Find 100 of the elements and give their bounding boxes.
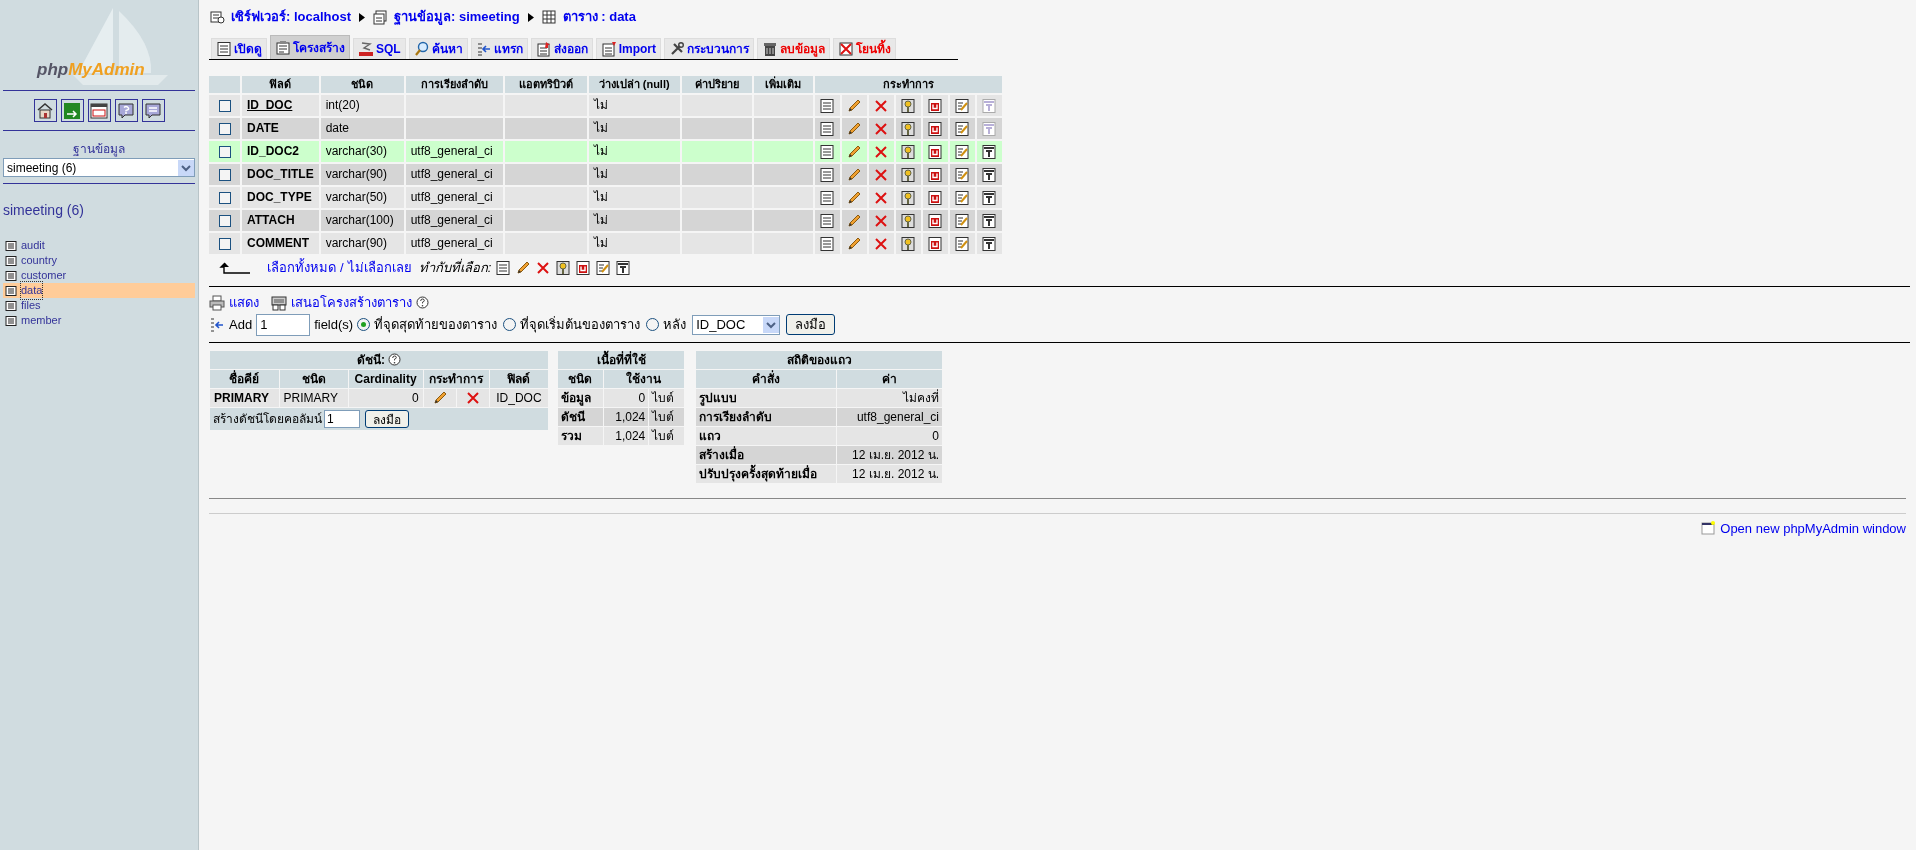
table-link[interactable]: country xyxy=(21,252,58,269)
unique-icon[interactable] xyxy=(927,97,944,114)
key-icon[interactable] xyxy=(900,97,917,114)
sql-window-button[interactable] xyxy=(87,99,111,122)
breadcrumb-link[interactable]: ตาราง : data xyxy=(562,7,636,27)
checkbox[interactable] xyxy=(218,122,231,135)
list-pen-icon[interactable] xyxy=(954,143,971,160)
radio-button[interactable] xyxy=(357,318,371,331)
go-button[interactable]: ลงมือ xyxy=(786,314,836,335)
list-pen-icon[interactable] xyxy=(954,212,971,229)
table-icon[interactable] xyxy=(5,284,17,297)
delete-icon[interactable] xyxy=(873,143,890,160)
table-icon[interactable] xyxy=(5,269,17,282)
key-icon[interactable] xyxy=(900,235,917,252)
unique-icon[interactable] xyxy=(927,212,944,229)
table-icon[interactable] xyxy=(5,254,17,267)
pencil-icon[interactable] xyxy=(515,259,532,276)
after-field-select[interactable]: ID_DOC xyxy=(692,314,781,335)
list-icon[interactable] xyxy=(819,212,836,229)
unique-icon[interactable] xyxy=(927,143,944,160)
radio-button[interactable] xyxy=(503,318,517,331)
check-all-link[interactable]: เลือกทั้งหมด xyxy=(267,257,336,278)
checkbox[interactable] xyxy=(218,214,231,227)
list-pen-icon[interactable] xyxy=(954,166,971,183)
tab[interactable]: ลบข้อมูล xyxy=(757,38,830,59)
pencil-icon[interactable] xyxy=(846,143,863,160)
delete-icon[interactable] xyxy=(535,259,552,276)
checkbox[interactable] xyxy=(218,191,231,204)
table-link[interactable]: files xyxy=(21,297,41,314)
table-link[interactable]: customer xyxy=(21,267,67,284)
uncheck-all-link[interactable]: ไม่เลือกเลย xyxy=(347,257,412,278)
delete-icon[interactable] xyxy=(873,120,890,137)
pencil-icon[interactable] xyxy=(846,212,863,229)
fulltext-icon[interactable] xyxy=(615,259,632,276)
propose-structure-link[interactable]: เสนอโครงสร้างตาราง xyxy=(291,292,412,313)
column-count-input[interactable]: 1 xyxy=(324,409,360,428)
pencil-icon[interactable] xyxy=(846,120,863,137)
exit-button[interactable] xyxy=(60,99,84,122)
database-title[interactable]: simeeting (6) xyxy=(3,200,195,221)
home-button[interactable] xyxy=(33,99,57,122)
fulltext-icon[interactable] xyxy=(981,143,998,160)
list-pen-icon[interactable] xyxy=(954,235,971,252)
speech-bubble-button[interactable] xyxy=(141,99,165,122)
unique-icon[interactable] xyxy=(927,189,944,206)
pencil-icon[interactable] xyxy=(846,235,863,252)
tab[interactable]: Import xyxy=(595,38,661,59)
list-icon[interactable] xyxy=(819,120,836,137)
checkbox[interactable] xyxy=(218,168,231,181)
delete-icon[interactable] xyxy=(873,97,890,114)
fulltext-icon[interactable] xyxy=(981,235,998,252)
logo[interactable]: phpMyAdmin xyxy=(37,57,145,83)
list-pen-icon[interactable] xyxy=(595,259,612,276)
table-icon[interactable] xyxy=(5,314,17,327)
breadcrumb-link[interactable]: ฐานข้อมูล: simeeting xyxy=(394,7,520,27)
tab[interactable]: เปิดดู xyxy=(211,38,267,59)
new-window-link[interactable]: Open new phpMyAdmin window xyxy=(1720,518,1906,538)
key-icon[interactable] xyxy=(900,120,917,137)
list-icon[interactable] xyxy=(819,97,836,114)
delete-icon[interactable] xyxy=(873,212,890,229)
tab[interactable]: กระบวนการ xyxy=(664,38,754,59)
breadcrumb-link[interactable]: เซิร์ฟเวอร์: localhost xyxy=(231,7,351,27)
list-icon[interactable] xyxy=(819,143,836,160)
key-icon[interactable] xyxy=(900,212,917,229)
help-button[interactable] xyxy=(114,99,138,122)
list-icon[interactable] xyxy=(495,259,512,276)
field-count-input[interactable]: 1 xyxy=(256,313,311,336)
tab[interactable]: โครงสร้าง xyxy=(270,35,350,59)
table-link[interactable]: data xyxy=(21,282,43,299)
checkbox[interactable] xyxy=(218,237,231,250)
delete-icon[interactable] xyxy=(873,189,890,206)
delete-icon[interactable] xyxy=(873,235,890,252)
checkbox[interactable] xyxy=(218,99,231,112)
fulltext-icon[interactable] xyxy=(981,212,998,229)
list-pen-icon[interactable] xyxy=(954,120,971,137)
unique-icon[interactable] xyxy=(927,166,944,183)
pencil-icon[interactable] xyxy=(846,166,863,183)
key-icon[interactable] xyxy=(555,259,572,276)
help-icon[interactable] xyxy=(388,353,401,366)
tab[interactable]: SQL xyxy=(353,38,406,59)
pencil-icon[interactable] xyxy=(846,97,863,114)
tab[interactable]: ส่งออก xyxy=(530,38,593,59)
radio-button[interactable] xyxy=(646,318,660,331)
fulltext-icon[interactable] xyxy=(981,189,998,206)
list-icon[interactable] xyxy=(819,189,836,206)
list-icon[interactable] xyxy=(819,166,836,183)
tab[interactable]: โยนทิ้ง xyxy=(833,38,896,59)
list-pen-icon[interactable] xyxy=(954,97,971,114)
unique-icon[interactable] xyxy=(575,259,592,276)
pencil-icon[interactable] xyxy=(431,390,448,407)
key-icon[interactable] xyxy=(900,166,917,183)
fulltext-icon[interactable] xyxy=(981,166,998,183)
help-icon[interactable] xyxy=(416,296,429,309)
list-pen-icon[interactable] xyxy=(954,189,971,206)
unique-icon[interactable] xyxy=(927,235,944,252)
tab[interactable]: แทรก xyxy=(470,38,528,59)
table-icon[interactable] xyxy=(5,299,17,312)
print-link[interactable]: แสดง xyxy=(229,292,259,313)
tab[interactable]: ค้นหา xyxy=(408,38,468,59)
key-icon[interactable] xyxy=(900,189,917,206)
table-icon[interactable] xyxy=(5,239,17,252)
